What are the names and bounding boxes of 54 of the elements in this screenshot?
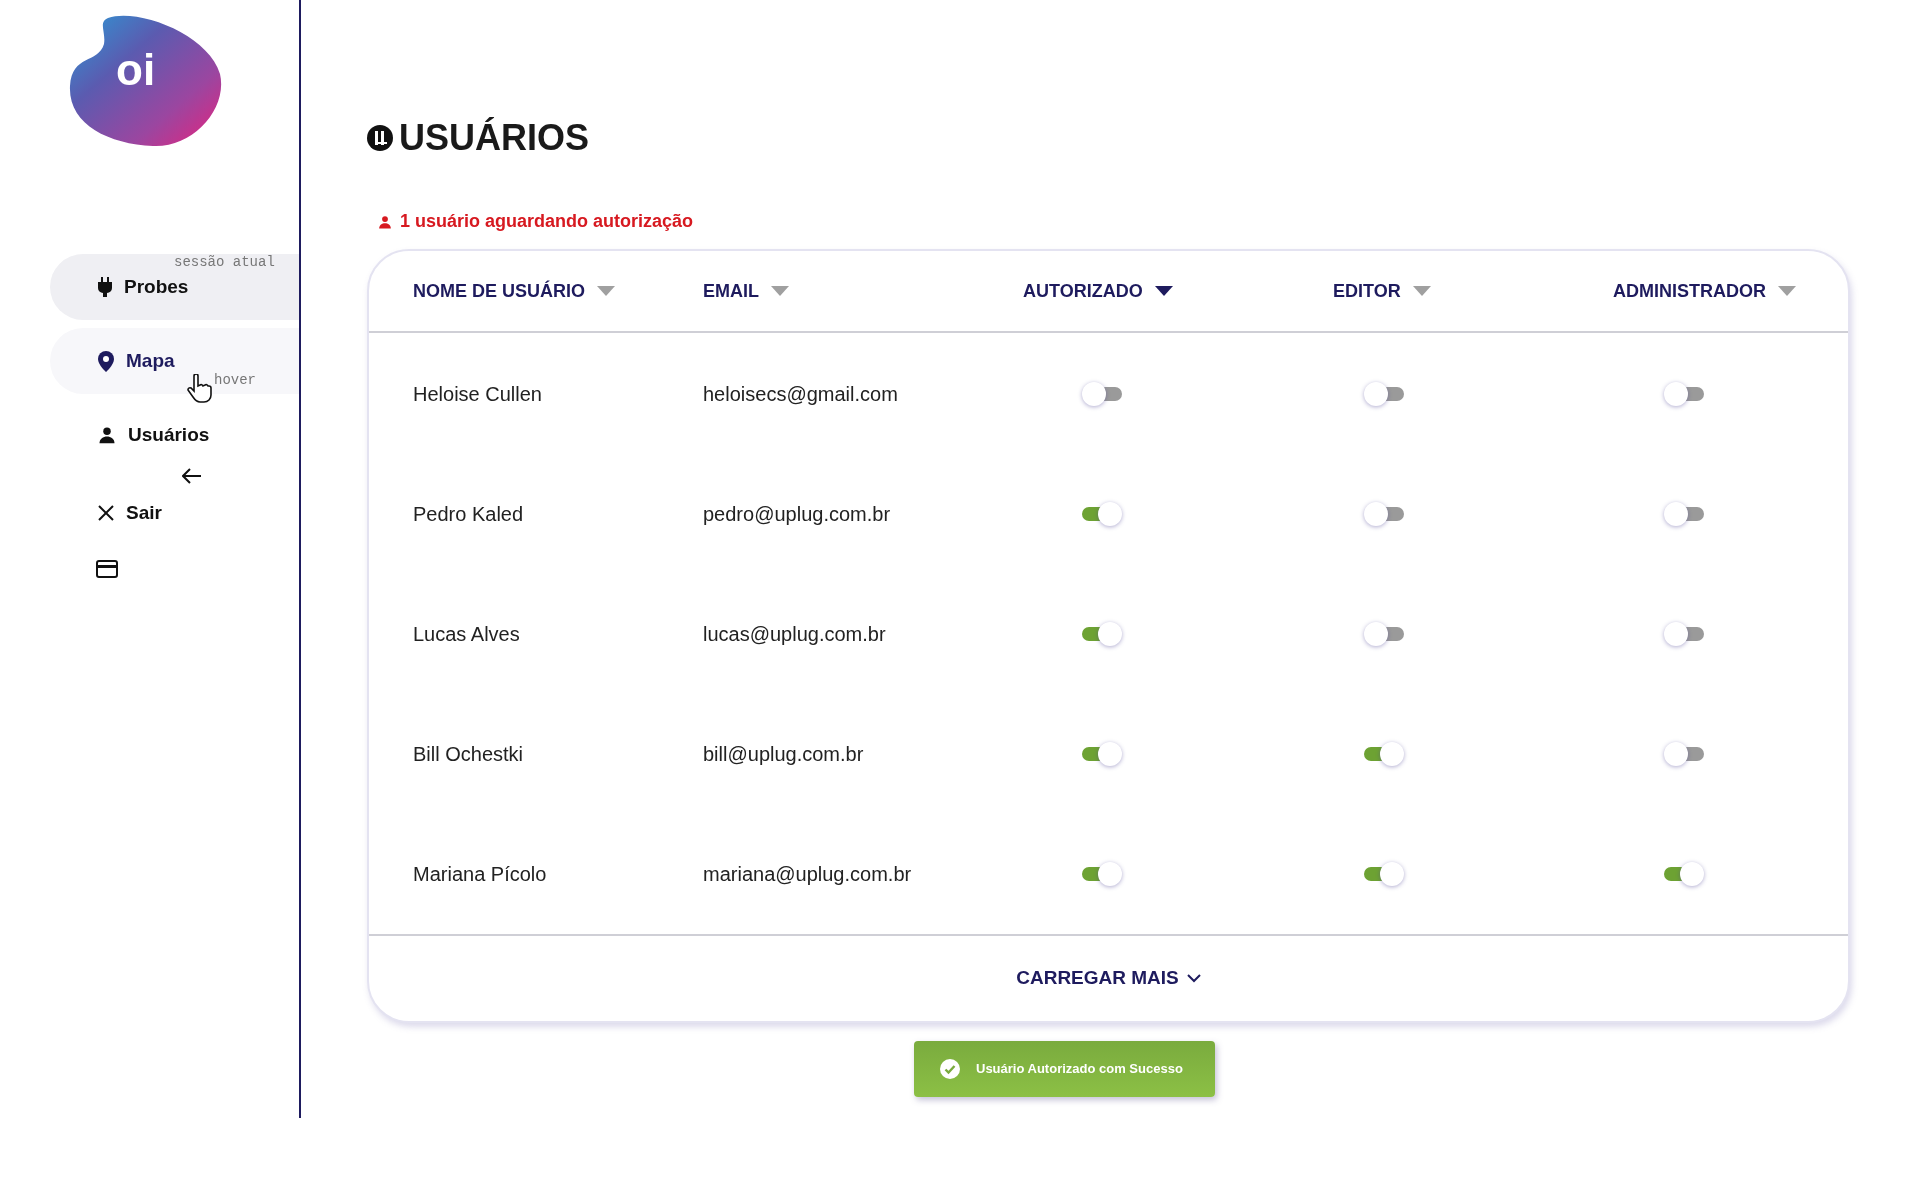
toggle-switch[interactable] bbox=[1082, 382, 1122, 406]
user-name: Mariana Pícolo bbox=[413, 862, 548, 887]
user-icon bbox=[98, 426, 116, 444]
column-header[interactable]: ADMINISTRADOR bbox=[1613, 277, 1796, 305]
sidebar-item[interactable]: Usuários bbox=[50, 402, 299, 468]
map-pin-icon bbox=[98, 350, 114, 372]
toggle-switch[interactable] bbox=[1664, 862, 1704, 886]
column-header[interactable]: AUTORIZADO bbox=[1023, 277, 1173, 305]
column-header[interactable]: NOME DE USUÁRIO bbox=[413, 277, 615, 305]
sort-caret-icon bbox=[771, 286, 789, 296]
user-email: mariana@uplug.com.br bbox=[703, 862, 913, 887]
toggle-switch[interactable] bbox=[1364, 382, 1404, 406]
annotation-note: sessão atual bbox=[174, 253, 275, 272]
chevron-down-icon bbox=[1186, 974, 1201, 983]
toggle-switch[interactable] bbox=[1664, 502, 1704, 526]
load-more-button[interactable]: CARREGAR MAIS bbox=[1016, 964, 1201, 993]
arrow-left-icon[interactable] bbox=[182, 468, 202, 484]
toggle-switch[interactable] bbox=[1664, 742, 1704, 766]
user-email: heloisecs@gmail.com bbox=[703, 382, 899, 407]
user-email: bill@uplug.com.br bbox=[703, 742, 865, 767]
column-header[interactable]: EMAIL bbox=[703, 277, 789, 305]
user-name: Heloise Cullen bbox=[413, 382, 543, 407]
pending-authorization-alert[interactable]: 1 usuário aguardando autorização bbox=[400, 208, 694, 235]
toggle-switch[interactable] bbox=[1082, 622, 1122, 646]
credit-card-icon[interactable] bbox=[96, 560, 118, 578]
toggle-switch[interactable] bbox=[1082, 862, 1122, 886]
sort-caret-icon bbox=[1778, 286, 1796, 296]
user-name: Lucas Alves bbox=[413, 622, 521, 647]
column-header[interactable]: EDITOR bbox=[1333, 277, 1431, 305]
close-icon bbox=[98, 505, 114, 521]
user-email: pedro@uplug.com.br bbox=[703, 502, 892, 527]
toggle-switch[interactable] bbox=[1664, 382, 1704, 406]
toggle-switch[interactable] bbox=[1364, 622, 1404, 646]
user-name: Pedro Kaled bbox=[413, 502, 525, 527]
annotation-note: hover bbox=[214, 371, 256, 390]
plug-icon bbox=[98, 277, 112, 297]
user-name: Bill Ochestki bbox=[413, 742, 525, 767]
user-email: lucas@uplug.com.br bbox=[703, 622, 887, 647]
toggle-switch[interactable] bbox=[1082, 742, 1122, 766]
toast-message: Usuário Autorizado com Sucesso bbox=[976, 1060, 1183, 1079]
sort-caret-icon bbox=[1412, 286, 1431, 296]
toggle-switch[interactable] bbox=[1364, 742, 1404, 766]
title-icon bbox=[367, 125, 393, 151]
toggle-switch[interactable] bbox=[1664, 622, 1704, 646]
toggle-switch[interactable] bbox=[1364, 502, 1404, 526]
sort-caret-icon bbox=[597, 286, 615, 296]
user-icon bbox=[378, 214, 392, 229]
sidebar-item[interactable]: Sair bbox=[50, 480, 299, 546]
logo-text: oi bbox=[116, 48, 156, 92]
check-circle-icon bbox=[940, 1059, 960, 1079]
toggle-switch[interactable] bbox=[1364, 862, 1404, 886]
toggle-switch[interactable] bbox=[1082, 502, 1122, 526]
hand-cursor-icon bbox=[186, 374, 212, 404]
sort-caret-icon bbox=[1154, 286, 1173, 296]
